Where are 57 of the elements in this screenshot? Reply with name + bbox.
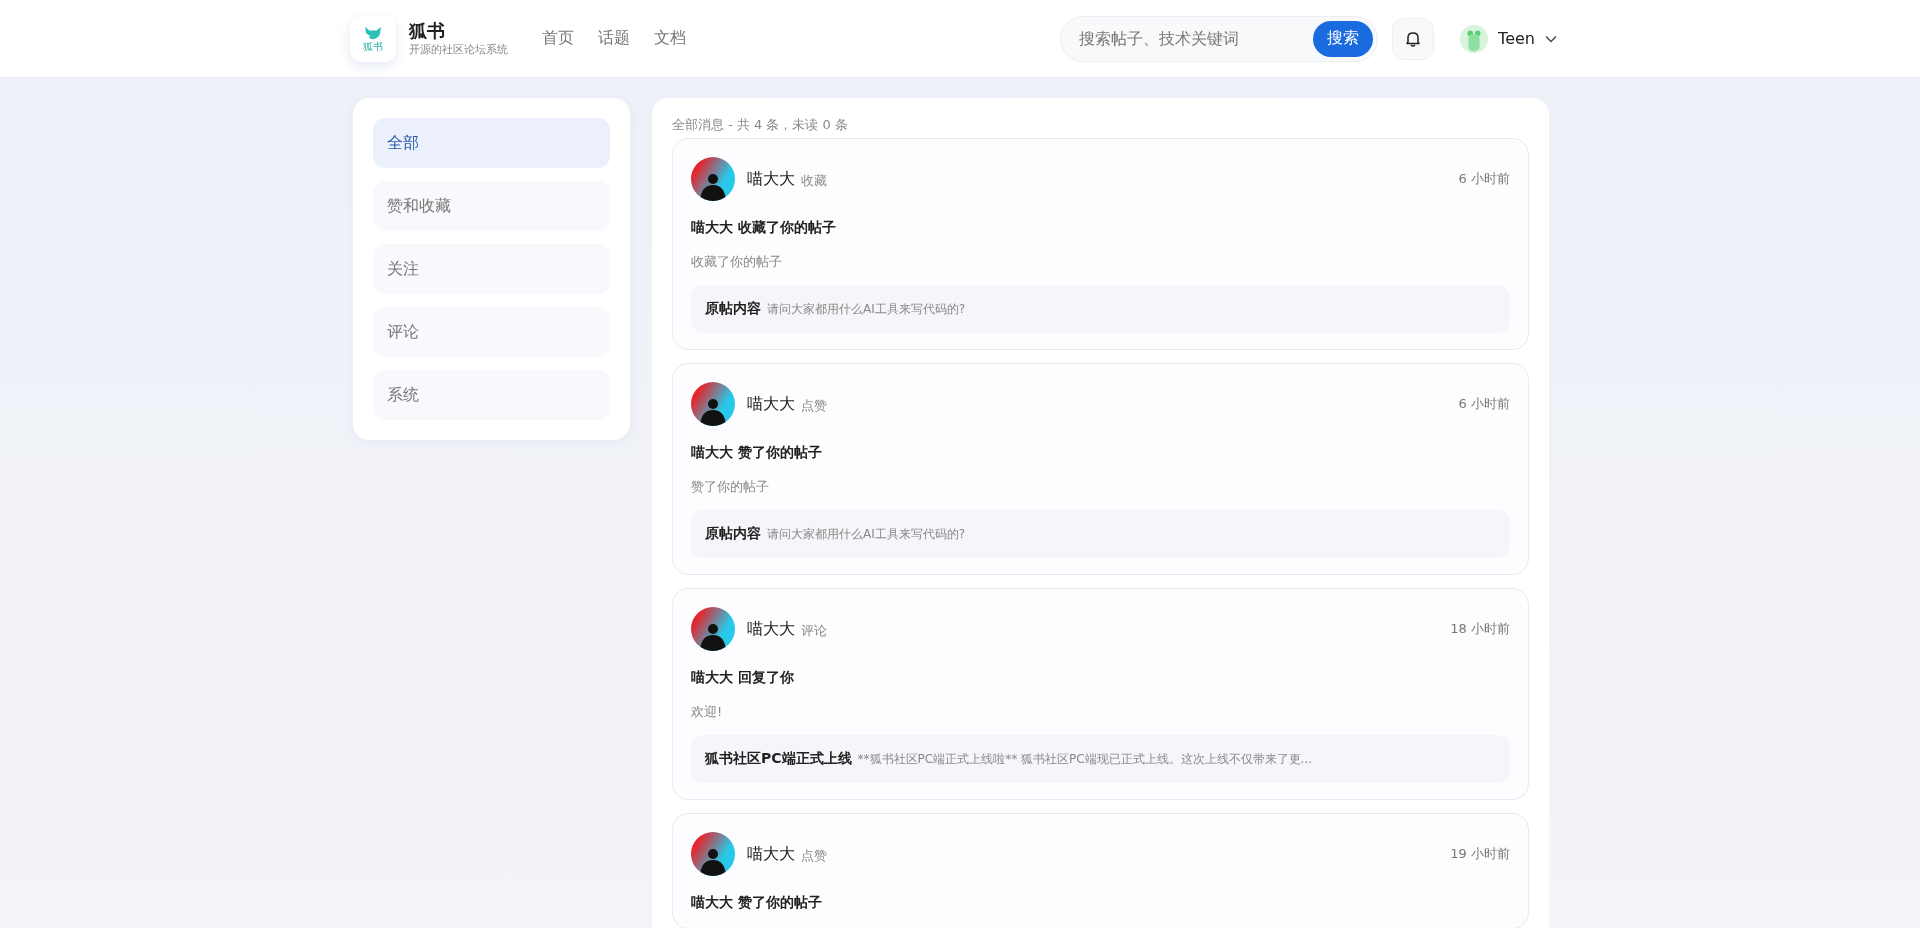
sender-name[interactable]: 喵大大 [747,393,795,415]
logo-text: 狐书 [363,41,383,52]
message-time: 6 小时前 [1458,395,1510,413]
message-card[interactable]: 喵大大 点赞 6 小时前 喵大大 赞了你的帖子 赞了你的帖子 原帖内容 请问大家都用什么AI工具来写代码的? [672,363,1529,575]
message-type: 点赞 [801,396,827,415]
user-name: Teen [1498,29,1535,48]
avatar-silhouette-icon [691,832,735,876]
message-title: 喵大大 赞了你的帖子 [691,444,823,462]
quoted-post[interactable]: 狐书社区PC端正式上线 **狐书社区PC端正式上线啦** 狐书社区PC端现已正式上线。这次上线不仅带来了更... [691,735,1510,783]
message-text: 赞了你的帖子 [691,478,770,496]
message-time: 6 小时前 [1458,170,1510,188]
sidebar-item[interactable]: 赞和收藏 [373,181,610,231]
quoted-post-title: 狐书社区PC端正式上线 [705,750,852,768]
nav-link[interactable]: 文档 [654,28,686,49]
quoted-post-excerpt: 请问大家都用什么AI工具来写代码的? [767,526,966,543]
fox-logo-icon [364,25,382,40]
quoted-post[interactable]: 原帖内容 请问大家都用什么AI工具来写代码的? [691,510,1510,558]
message-title: 喵大大 收藏了你的帖子 [691,219,837,237]
message-text: 收藏了你的帖子 [691,253,783,271]
sidebar-item[interactable]: 系统 [373,370,610,420]
nav-link[interactable]: 首页 [542,28,574,49]
message-title: 喵大大 赞了你的帖子 [691,894,823,912]
avatar-silhouette-icon [691,157,735,201]
sidebar-item[interactable]: 关注 [373,244,610,294]
message-type: 评论 [801,621,827,640]
message-card[interactable]: 喵大大 收藏 6 小时前 喵大大 收藏了你的帖子 收藏了你的帖子 原帖内容 请问大家都用什么AI工具来写代码的? [672,138,1529,350]
nav-link[interactable]: 话题 [598,28,630,49]
sender-name[interactable]: 喵大大 [747,843,795,865]
frog-avatar-icon [1460,24,1489,53]
quoted-post-title: 原帖内容 [705,300,761,318]
sender-name[interactable]: 喵大大 [747,618,795,640]
sidebar-item[interactable]: 全部 [373,118,610,168]
search-field[interactable]: 搜索帖子、技术关键词 搜索 [1060,15,1379,62]
message-summary: 全部消息 - 共 4 条，未读 0 条 [672,116,850,134]
message-type: 点赞 [801,846,827,865]
quoted-post-title: 原帖内容 [705,525,761,543]
quoted-post-excerpt: 请问大家都用什么AI工具来写代码的? [767,301,966,318]
search-button[interactable]: 搜索 [1313,20,1374,57]
avatar-silhouette-icon [691,607,735,651]
avatar-silhouette-icon [691,382,735,426]
tagline: 开源的社区论坛系统 [409,41,508,58]
message-time: 18 小时前 [1450,620,1510,638]
message-title: 喵大大 回复了你 [691,669,795,687]
message-card[interactable]: 喵大大 点赞 19 小时前 喵大大 赞了你的帖子 [672,813,1529,928]
quoted-post[interactable]: 原帖内容 请问大家都用什么AI工具来写代码的? [691,285,1510,333]
message-time: 19 小时前 [1450,845,1510,863]
message-text: 欢迎! [691,703,724,721]
notification-button[interactable] [1392,17,1435,60]
message-type: 收藏 [801,171,827,190]
sidebar-item[interactable]: 评论 [373,307,610,357]
message-card[interactable]: 喵大大 评论 18 小时前 喵大大 回复了你 欢迎! 狐书社区PC端正式上线 **狐书社区PC端正式上线啦** 狐书社区PC端现已正式上线。这次上线不仅带来了更... [672,588,1529,800]
user-menu[interactable]: Teen [1452,18,1565,59]
chevron-down-icon [1545,34,1557,43]
sender-name[interactable]: 喵大大 [747,168,795,190]
brand-name: 狐书 [409,19,446,42]
quoted-post-excerpt: **狐书社区PC端正式上线啦** 狐书社区PC端现已正式上线。这次上线不仅带来了更... [857,751,1313,768]
bell-icon [1406,30,1421,47]
